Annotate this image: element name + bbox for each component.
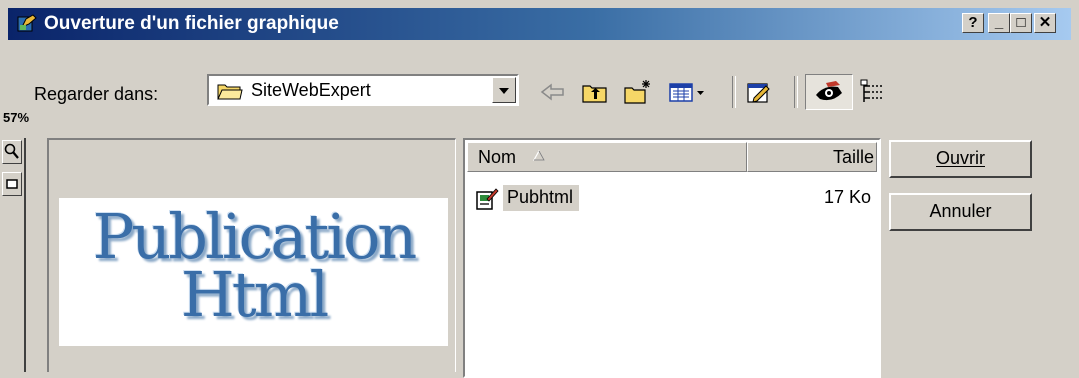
minimize-icon: _ (994, 14, 1004, 31)
column-header-name[interactable]: Nom (467, 142, 747, 172)
maximize-button[interactable]: □ (1010, 13, 1032, 33)
up-folder-icon[interactable] (580, 78, 610, 106)
help-button[interactable]: ? (962, 13, 984, 33)
preview-panel: Publication Html (0, 138, 460, 372)
chevron-down-icon (499, 88, 509, 94)
back-icon[interactable] (538, 78, 568, 106)
column-header-name-label: Nom (478, 147, 517, 167)
help-icon: ? (968, 14, 978, 31)
publisher-file-icon (476, 188, 499, 210)
close-button[interactable]: ✕ (1034, 13, 1056, 33)
open-button-label: Ouvrir (936, 148, 985, 168)
properties-icon[interactable] (744, 78, 774, 106)
cancel-button[interactable]: Annuler (889, 193, 1032, 231)
preview-icon (816, 81, 842, 101)
new-folder-icon[interactable] (623, 78, 653, 106)
toolbar-separator (732, 76, 736, 108)
current-folder-name: SiteWebExpert (251, 80, 371, 100)
details-icon[interactable] (858, 78, 888, 106)
zoom-level: 57% (3, 110, 30, 125)
fit-button[interactable] (2, 172, 22, 196)
file-name: Pubhtml (503, 185, 580, 211)
preview-border (24, 138, 26, 372)
column-header-size[interactable]: Taille (747, 142, 877, 172)
fit-icon (6, 179, 18, 189)
title-bar[interactable]: Ouverture d'un fichier graphique ? _ □ ✕ (8, 8, 1071, 40)
maximize-icon: □ (1016, 14, 1026, 31)
table-row[interactable]: Pubhtml 17 Ko (473, 183, 877, 215)
preview-toggle-button[interactable] (805, 74, 853, 110)
cancel-button-label: Annuler (929, 201, 992, 221)
preview-image: Publication Html (59, 198, 448, 346)
view-menu-icon[interactable] (668, 78, 708, 106)
open-button[interactable]: Ouvrir (889, 140, 1032, 178)
file-size: 17 Ko (823, 187, 871, 207)
paint-app-icon (17, 14, 37, 32)
preview-text-line2: Html (180, 258, 330, 331)
file-list[interactable]: Nom Taille Pubhtml 17 Ko (463, 138, 881, 378)
close-icon: ✕ (1038, 14, 1052, 31)
zoom-icon (4, 143, 19, 159)
preview-frame: Publication Html (47, 138, 456, 372)
window-title: Ouverture d'un fichier graphique (44, 13, 339, 34)
look-in-label: Regarder dans: (34, 84, 159, 104)
toolbar-separator (794, 76, 798, 108)
sort-ascending-icon (532, 149, 546, 161)
folder-icon (217, 84, 243, 100)
minimize-button[interactable]: _ (988, 13, 1010, 33)
zoom-button[interactable] (2, 140, 22, 164)
combobox-dropdown-button[interactable] (492, 77, 516, 103)
look-in-combobox[interactable]: SiteWebExpert (207, 74, 519, 106)
